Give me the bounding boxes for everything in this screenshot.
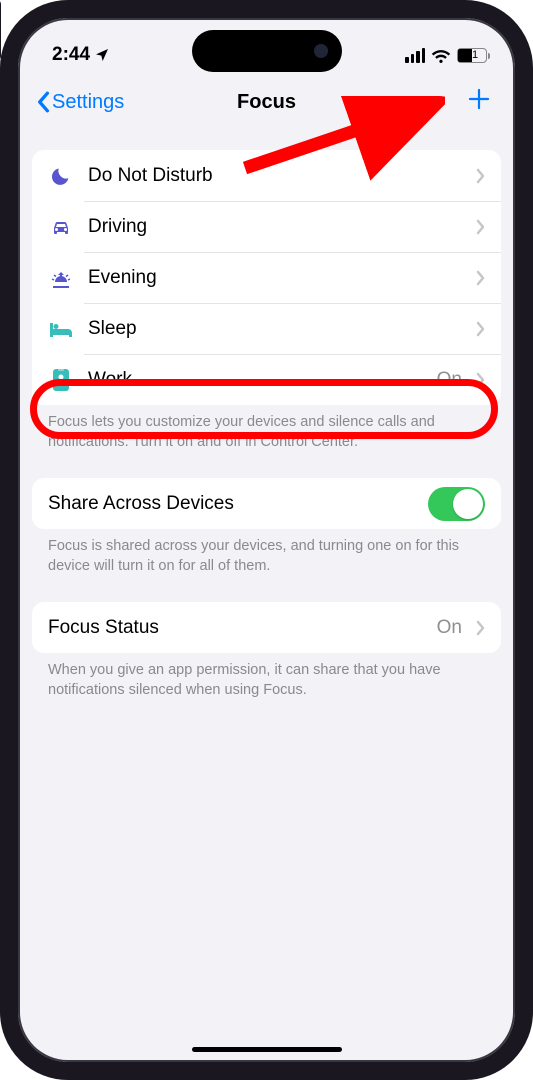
back-label: Settings <box>52 91 124 114</box>
focus-row-label: Do Not Disturb <box>88 165 462 187</box>
wifi-icon <box>431 48 451 63</box>
chevron-right-icon <box>476 620 485 636</box>
focus-status-row[interactable]: Focus Status On <box>32 602 501 653</box>
focus-row-label: Sleep <box>88 318 462 340</box>
chevron-right-icon <box>476 321 485 337</box>
chevron-right-icon <box>476 168 485 184</box>
focus-row-evening[interactable]: Evening <box>32 252 501 303</box>
location-icon <box>94 47 110 63</box>
focus-row-label: Driving <box>88 216 462 238</box>
focus-row-driving[interactable]: Driving <box>32 201 501 252</box>
focus-status-group: Focus Status On <box>32 602 501 653</box>
moon-icon <box>48 165 74 187</box>
focus-row-label: Work <box>88 369 423 391</box>
focus-row-label: Evening <box>88 267 462 289</box>
cellular-icon <box>405 48 425 63</box>
chevron-right-icon <box>476 270 485 286</box>
focus-modes-list: Do Not Disturb Driving Evening Sleep Work On <box>32 150 501 405</box>
plus-icon <box>467 87 491 111</box>
share-group: Share Across Devices <box>32 478 501 529</box>
back-button[interactable]: Settings <box>36 91 124 114</box>
focus-row-sleep[interactable]: Sleep <box>32 303 501 354</box>
status-time: 2:44 <box>52 44 90 66</box>
sunset-icon <box>48 267 74 289</box>
share-label: Share Across Devices <box>48 493 414 515</box>
add-focus-button[interactable] <box>467 87 497 117</box>
chevron-left-icon <box>36 91 50 113</box>
badge-icon <box>48 368 74 392</box>
focus-row-dnd[interactable]: Do Not Disturb <box>32 150 501 201</box>
car-icon <box>48 215 74 239</box>
focus-status-footer: When you give an app permission, it can … <box>32 653 501 700</box>
share-footer: Focus is shared across your devices, and… <box>32 529 501 576</box>
nav-bar: Settings Focus <box>18 76 515 128</box>
bed-icon <box>48 319 74 339</box>
focus-row-status: On <box>437 369 462 391</box>
focus-row-work[interactable]: Work On <box>32 354 501 405</box>
share-toggle[interactable] <box>428 487 485 521</box>
focus-modes-footer: Focus lets you customize your devices an… <box>32 405 501 452</box>
focus-status-label: Focus Status <box>48 617 423 639</box>
battery-icon: 51 <box>457 48 487 63</box>
share-across-devices-row[interactable]: Share Across Devices <box>32 478 501 529</box>
chevron-right-icon <box>476 372 485 388</box>
focus-status-value: On <box>437 617 462 639</box>
home-indicator[interactable] <box>192 1047 342 1052</box>
chevron-right-icon <box>476 219 485 235</box>
